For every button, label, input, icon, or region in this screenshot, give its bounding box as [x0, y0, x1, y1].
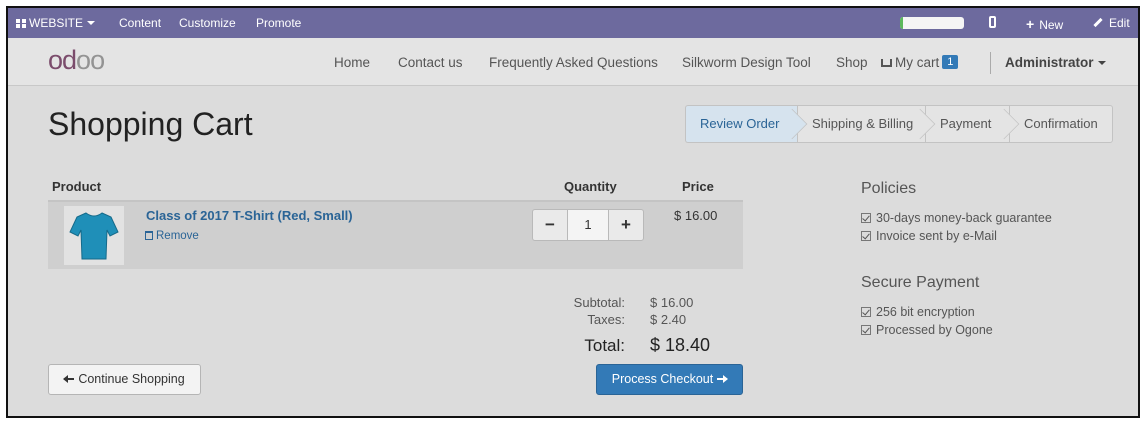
payment-item: Processed by Ogone [861, 323, 993, 337]
column-header-price: Price [682, 179, 714, 194]
product-name-link[interactable]: Class of 2017 T-Shirt (Red, Small) [146, 208, 353, 223]
edit-button[interactable]: Edit [1093, 16, 1130, 30]
logo-part-2: oo [76, 45, 105, 75]
apps-grid-icon [16, 19, 26, 28]
wizard-step-label: Confirmation [1024, 116, 1098, 131]
wizard-step-review-order[interactable]: Review Order [685, 105, 808, 143]
user-menu-label: Administrator [1005, 55, 1094, 70]
remove-link-label: Remove [156, 230, 199, 242]
nav-my-cart[interactable]: My cart 1 [881, 55, 959, 70]
chevron-down-icon [87, 21, 96, 25]
cart-count-badge: 1 [942, 55, 959, 69]
quantity-input[interactable]: 1 [568, 209, 608, 241]
decrease-quantity-button[interactable]: − [532, 209, 568, 241]
total-label: Total: [584, 336, 625, 355]
wizard-step-label: Shipping & Billing [812, 116, 914, 131]
total-value: $ 18.40 [650, 335, 711, 355]
odoo-logo[interactable]: odoo [48, 45, 105, 76]
pencil-icon [1093, 17, 1103, 28]
nav-contact-us[interactable]: Contact us [398, 55, 463, 70]
product-thumbnail[interactable] [64, 206, 124, 265]
cart-line-row: Class of 2017 T-Shirt (Red, Small) Remov… [48, 202, 743, 269]
new-button[interactable]: + New [1026, 16, 1063, 32]
nav-divider [990, 52, 991, 74]
subtotal-value: $ 16.00 [650, 295, 694, 310]
taxes-value: $ 2.40 [650, 312, 687, 327]
nav-my-cart-label: My cart [895, 55, 940, 70]
customize-menu[interactable]: Customize [179, 16, 236, 30]
line-price: $ 16.00 [674, 208, 718, 223]
nav-home[interactable]: Home [334, 55, 370, 70]
continue-shopping-label: Continue Shopping [78, 372, 185, 386]
site-navbar: odoo Home Contact us Frequently Asked Qu… [8, 38, 1138, 86]
admin-bar: WEBSITE Content Customize Promote + New E… [8, 8, 1138, 38]
arrow-right-icon [717, 375, 729, 383]
taxes-label: Taxes: [587, 312, 625, 327]
policy-item: 30-days money-back guarantee [861, 211, 1052, 225]
mobile-preview-icon[interactable] [989, 16, 996, 28]
quantity-stepper: − 1 + [532, 209, 644, 241]
payment-item: 256 bit encryption [861, 305, 975, 319]
policy-item-label: Invoice sent by e-Mail [876, 229, 997, 243]
column-header-product: Product [52, 179, 102, 194]
progress-bar [900, 17, 964, 29]
checkbox-icon [861, 231, 871, 241]
secure-payment-heading: Secure Payment [861, 274, 980, 291]
nav-faq[interactable]: Frequently Asked Questions [489, 55, 658, 70]
policy-item: Invoice sent by e-Mail [861, 229, 997, 243]
payment-item-label: 256 bit encryption [876, 305, 975, 319]
website-menu[interactable]: WEBSITE [16, 16, 96, 30]
browser-frame: WEBSITE Content Customize Promote + New E… [6, 6, 1140, 418]
checkbox-icon [861, 325, 871, 335]
progress-bar-fill [900, 17, 903, 29]
website-menu-label: WEBSITE [29, 16, 84, 30]
cart-icon [881, 59, 892, 67]
payment-item-label: Processed by Ogone [876, 323, 993, 337]
process-checkout-label: Process Checkout [611, 372, 714, 386]
promote-menu[interactable]: Promote [256, 16, 301, 30]
process-checkout-button[interactable]: Process Checkout [596, 364, 743, 395]
chevron-down-icon [1097, 61, 1106, 65]
edit-button-label: Edit [1109, 16, 1130, 30]
wizard-step-label: Review Order [700, 116, 780, 131]
nav-shop[interactable]: Shop [836, 55, 868, 70]
new-button-label: New [1039, 18, 1064, 32]
checkout-wizard: Review Order Shipping & Billing Payment … [685, 105, 1113, 143]
checkbox-icon [861, 213, 871, 223]
trash-icon [145, 231, 153, 240]
user-menu[interactable]: Administrator [1005, 55, 1106, 70]
wizard-step-label: Payment [940, 116, 992, 131]
subtotal-label: Subtotal: [573, 295, 625, 310]
wizard-step-confirmation[interactable]: Confirmation [1009, 105, 1113, 143]
policy-item-label: 30-days money-back guarantee [876, 211, 1052, 225]
tshirt-icon [69, 212, 119, 260]
checkbox-icon [861, 307, 871, 317]
nav-silkworm-design-tool[interactable]: Silkworm Design Tool [682, 55, 811, 70]
column-header-quantity: Quantity [564, 179, 617, 194]
continue-shopping-button[interactable]: Continue Shopping [48, 364, 201, 395]
policies-heading: Policies [861, 180, 917, 197]
arrow-left-icon [63, 375, 75, 383]
plus-icon: + [1026, 16, 1035, 32]
wizard-step-payment[interactable]: Payment [925, 105, 1020, 143]
wizard-step-shipping-billing[interactable]: Shipping & Billing [797, 105, 936, 143]
page-title: Shopping Cart [48, 106, 253, 142]
remove-link[interactable]: Remove [145, 230, 199, 242]
logo-part-1: od [48, 45, 77, 75]
increase-quantity-button[interactable]: + [608, 209, 644, 241]
content-menu[interactable]: Content [119, 16, 161, 30]
